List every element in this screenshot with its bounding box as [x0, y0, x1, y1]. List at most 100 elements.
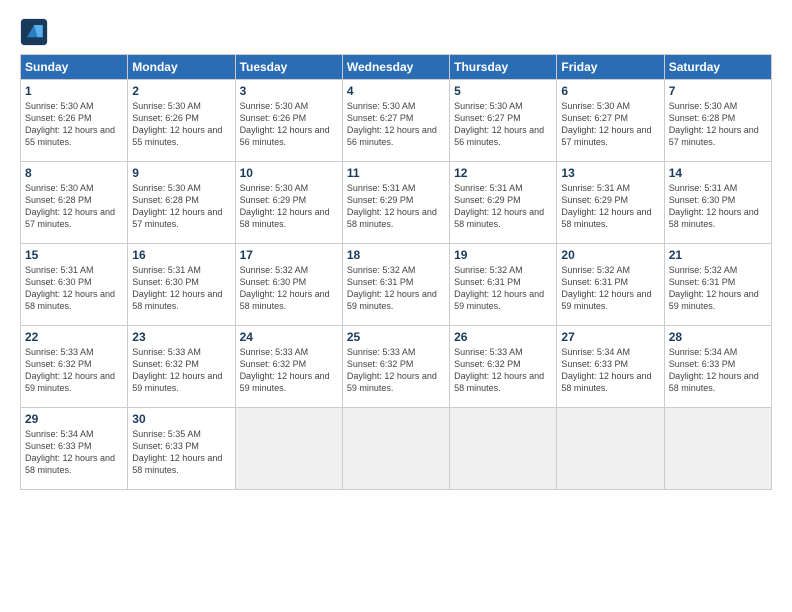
calendar-cell: 29 Sunrise: 5:34 AMSunset: 6:33 PMDayligh…: [21, 408, 128, 490]
calendar-cell: 12Sunrise: 5:31 AMSunset: 6:29 PMDayligh…: [450, 162, 557, 244]
day-number: 19: [454, 248, 552, 262]
day-info: Sunrise: 5:30 AMSunset: 6:27 PMDaylight:…: [347, 100, 445, 149]
day-number: 2: [132, 84, 230, 98]
calendar-cell: 2 Sunrise: 5:30 AMSunset: 6:26 PMDaylight…: [128, 80, 235, 162]
day-info: Sunrise: 5:32 AMSunset: 6:31 PMDaylight:…: [669, 264, 767, 313]
day-info: Sunrise: 5:31 AMSunset: 6:30 PMDaylight:…: [669, 182, 767, 231]
calendar-cell: 9 Sunrise: 5:30 AMSunset: 6:28 PMDaylight…: [128, 162, 235, 244]
day-info: Sunrise: 5:31 AMSunset: 6:29 PMDaylight:…: [454, 182, 552, 231]
calendar-row: 22Sunrise: 5:33 AMSunset: 6:32 PMDayligh…: [21, 326, 772, 408]
day-info: Sunrise: 5:32 AMSunset: 6:31 PMDaylight:…: [347, 264, 445, 313]
calendar-cell: 19 Sunrise: 5:32 AMSunset: 6:31 PMDayligh…: [450, 244, 557, 326]
day-number: 17: [240, 248, 338, 262]
day-info: Sunrise: 5:30 AMSunset: 6:26 PMDaylight:…: [240, 100, 338, 149]
day-info: Sunrise: 5:33 AMSunset: 6:32 PMDaylight:…: [454, 346, 552, 395]
calendar-cell: 30 Sunrise: 5:35 AMSunset: 6:33 PMDayligh…: [128, 408, 235, 490]
day-number: 29: [25, 412, 123, 426]
weekday-header: Thursday: [450, 55, 557, 80]
day-info: Sunrise: 5:35 AMSunset: 6:33 PMDaylight:…: [132, 428, 230, 477]
calendar-cell: 26 Sunrise: 5:33 AMSunset: 6:32 PMDayligh…: [450, 326, 557, 408]
day-number: 1: [25, 84, 123, 98]
day-number: 26: [454, 330, 552, 344]
calendar-cell: 17 Sunrise: 5:32 AMSunset: 6:30 PMDayligh…: [235, 244, 342, 326]
calendar-cell: 7 Sunrise: 5:30 AMSunset: 6:28 PMDaylight…: [664, 80, 771, 162]
day-number: 3: [240, 84, 338, 98]
day-number: 21: [669, 248, 767, 262]
day-number: 15: [25, 248, 123, 262]
day-info: Sunrise: 5:30 AMSunset: 6:29 PMDaylight:…: [240, 182, 338, 231]
day-info: Sunrise: 5:31 AMSunset: 6:30 PMDaylight:…: [25, 264, 123, 313]
day-number: 9: [132, 166, 230, 180]
calendar-cell: [664, 408, 771, 490]
day-info: Sunrise: 5:34 AMSunset: 6:33 PMDaylight:…: [25, 428, 123, 477]
day-info: Sunrise: 5:33 AMSunset: 6:32 PMDaylight:…: [347, 346, 445, 395]
weekday-header-row: SundayMondayTuesdayWednesdayThursdayFrid…: [21, 55, 772, 80]
calendar-cell: 28 Sunrise: 5:34 AMSunset: 6:33 PMDayligh…: [664, 326, 771, 408]
calendar-cell: 27 Sunrise: 5:34 AMSunset: 6:33 PMDayligh…: [557, 326, 664, 408]
calendar-cell: 15 Sunrise: 5:31 AMSunset: 6:30 PMDayligh…: [21, 244, 128, 326]
calendar-cell: 13 Sunrise: 5:31 AMSunset: 6:29 PMDayligh…: [557, 162, 664, 244]
calendar-cell: 5 Sunrise: 5:30 AMSunset: 6:27 PMDaylight…: [450, 80, 557, 162]
calendar-cell: 3 Sunrise: 5:30 AMSunset: 6:26 PMDaylight…: [235, 80, 342, 162]
logo: [20, 18, 52, 46]
weekday-header: Saturday: [664, 55, 771, 80]
day-number: 8: [25, 166, 123, 180]
weekday-header: Monday: [128, 55, 235, 80]
day-info: Sunrise: 5:30 AMSunset: 6:27 PMDaylight:…: [561, 100, 659, 149]
calendar-cell: [450, 408, 557, 490]
day-number: 7: [669, 84, 767, 98]
day-info: Sunrise: 5:33 AMSunset: 6:32 PMDaylight:…: [240, 346, 338, 395]
calendar-cell: [557, 408, 664, 490]
day-info: Sunrise: 5:30 AMSunset: 6:28 PMDaylight:…: [132, 182, 230, 231]
calendar-cell: 20 Sunrise: 5:32 AMSunset: 6:31 PMDayligh…: [557, 244, 664, 326]
day-number: 18: [347, 248, 445, 262]
header: [20, 18, 772, 46]
day-number: 14: [669, 166, 767, 180]
weekday-header: Wednesday: [342, 55, 449, 80]
calendar-cell: 6 Sunrise: 5:30 AMSunset: 6:27 PMDaylight…: [557, 80, 664, 162]
day-number: 27: [561, 330, 659, 344]
day-info: Sunrise: 5:30 AMSunset: 6:26 PMDaylight:…: [132, 100, 230, 149]
day-number: 25: [347, 330, 445, 344]
day-number: 23: [132, 330, 230, 344]
day-info: Sunrise: 5:32 AMSunset: 6:30 PMDaylight:…: [240, 264, 338, 313]
day-number: 24: [240, 330, 338, 344]
calendar-cell: [342, 408, 449, 490]
weekday-header: Tuesday: [235, 55, 342, 80]
calendar-cell: 8Sunrise: 5:30 AMSunset: 6:28 PMDaylight…: [21, 162, 128, 244]
calendar: SundayMondayTuesdayWednesdayThursdayFrid…: [20, 54, 772, 490]
calendar-cell: 25 Sunrise: 5:33 AMSunset: 6:32 PMDayligh…: [342, 326, 449, 408]
day-number: 4: [347, 84, 445, 98]
day-info: Sunrise: 5:31 AMSunset: 6:29 PMDaylight:…: [561, 182, 659, 231]
calendar-cell: 23Sunrise: 5:33 AMSunset: 6:32 PMDayligh…: [128, 326, 235, 408]
day-info: Sunrise: 5:33 AMSunset: 6:32 PMDaylight:…: [25, 346, 123, 395]
day-number: 30: [132, 412, 230, 426]
calendar-cell: 18 Sunrise: 5:32 AMSunset: 6:31 PMDayligh…: [342, 244, 449, 326]
calendar-cell: 4 Sunrise: 5:30 AMSunset: 6:27 PMDaylight…: [342, 80, 449, 162]
calendar-cell: 16Sunrise: 5:31 AMSunset: 6:30 PMDayligh…: [128, 244, 235, 326]
day-number: 13: [561, 166, 659, 180]
day-number: 20: [561, 248, 659, 262]
day-info: Sunrise: 5:31 AMSunset: 6:29 PMDaylight:…: [347, 182, 445, 231]
calendar-cell: 10Sunrise: 5:30 AMSunset: 6:29 PMDayligh…: [235, 162, 342, 244]
weekday-header: Sunday: [21, 55, 128, 80]
day-info: Sunrise: 5:34 AMSunset: 6:33 PMDaylight:…: [669, 346, 767, 395]
day-info: Sunrise: 5:34 AMSunset: 6:33 PMDaylight:…: [561, 346, 659, 395]
day-number: 11: [347, 166, 445, 180]
calendar-row: 8 Sunrise: 5:30 AMSunset: 6:28 PMDaylight…: [21, 162, 772, 244]
day-number: 28: [669, 330, 767, 344]
calendar-cell: [235, 408, 342, 490]
calendar-row: 15 Sunrise: 5:31 AMSunset: 6:30 PMDayligh…: [21, 244, 772, 326]
day-number: 6: [561, 84, 659, 98]
day-info: Sunrise: 5:30 AMSunset: 6:26 PMDaylight:…: [25, 100, 123, 149]
day-info: Sunrise: 5:32 AMSunset: 6:31 PMDaylight:…: [561, 264, 659, 313]
day-number: 5: [454, 84, 552, 98]
day-info: Sunrise: 5:32 AMSunset: 6:31 PMDaylight:…: [454, 264, 552, 313]
day-info: Sunrise: 5:30 AMSunset: 6:28 PMDaylight:…: [669, 100, 767, 149]
calendar-cell: 1 Sunrise: 5:30 AMSunset: 6:26 PMDaylight…: [21, 80, 128, 162]
day-info: Sunrise: 5:30 AMSunset: 6:27 PMDaylight:…: [454, 100, 552, 149]
calendar-cell: 22Sunrise: 5:33 AMSunset: 6:32 PMDayligh…: [21, 326, 128, 408]
calendar-row: 29 Sunrise: 5:34 AMSunset: 6:33 PMDayligh…: [21, 408, 772, 490]
calendar-cell: 11 Sunrise: 5:31 AMSunset: 6:29 PMDayligh…: [342, 162, 449, 244]
logo-icon: [20, 18, 48, 46]
